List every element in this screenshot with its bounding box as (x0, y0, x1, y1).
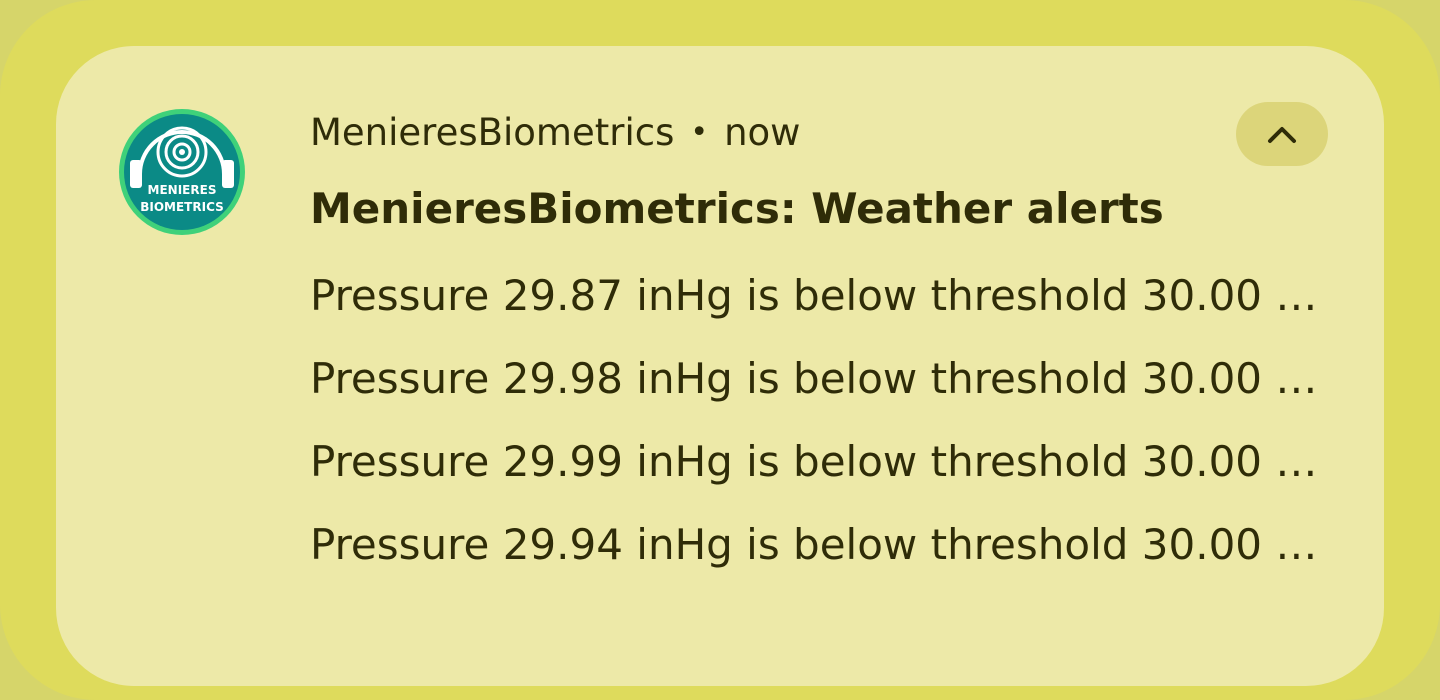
notification-header: MenieresBiometrics • now (310, 104, 800, 160)
collapse-button[interactable] (1236, 102, 1328, 166)
chevron-up-icon (1268, 127, 1296, 143)
message-list: Pressure 29.87 inHg is below threshold 3… (310, 266, 1320, 598)
app-icon: MENIERES BIOMETRICS (118, 108, 246, 236)
menieres-biometrics-logo-icon: MENIERES BIOMETRICS (119, 109, 245, 235)
notification-time: now (724, 110, 801, 154)
message-item: Pressure 29.98 inHg is below threshold 3… (310, 354, 1320, 403)
app-name: MenieresBiometrics (310, 110, 675, 154)
notification-title: MenieresBiometrics: Weather alerts (310, 184, 1164, 233)
logo-text-line2: BIOMETRICS (140, 200, 224, 214)
message-item: Pressure 29.87 inHg is below threshold 3… (310, 271, 1320, 320)
message-item: Pressure 29.99 inHg is below threshold 3… (310, 437, 1320, 486)
header-separator: • (690, 114, 709, 150)
logo-text-line1: MENIERES (148, 183, 217, 197)
message-item: Pressure 29.94 inHg is below threshold 3… (310, 520, 1320, 569)
